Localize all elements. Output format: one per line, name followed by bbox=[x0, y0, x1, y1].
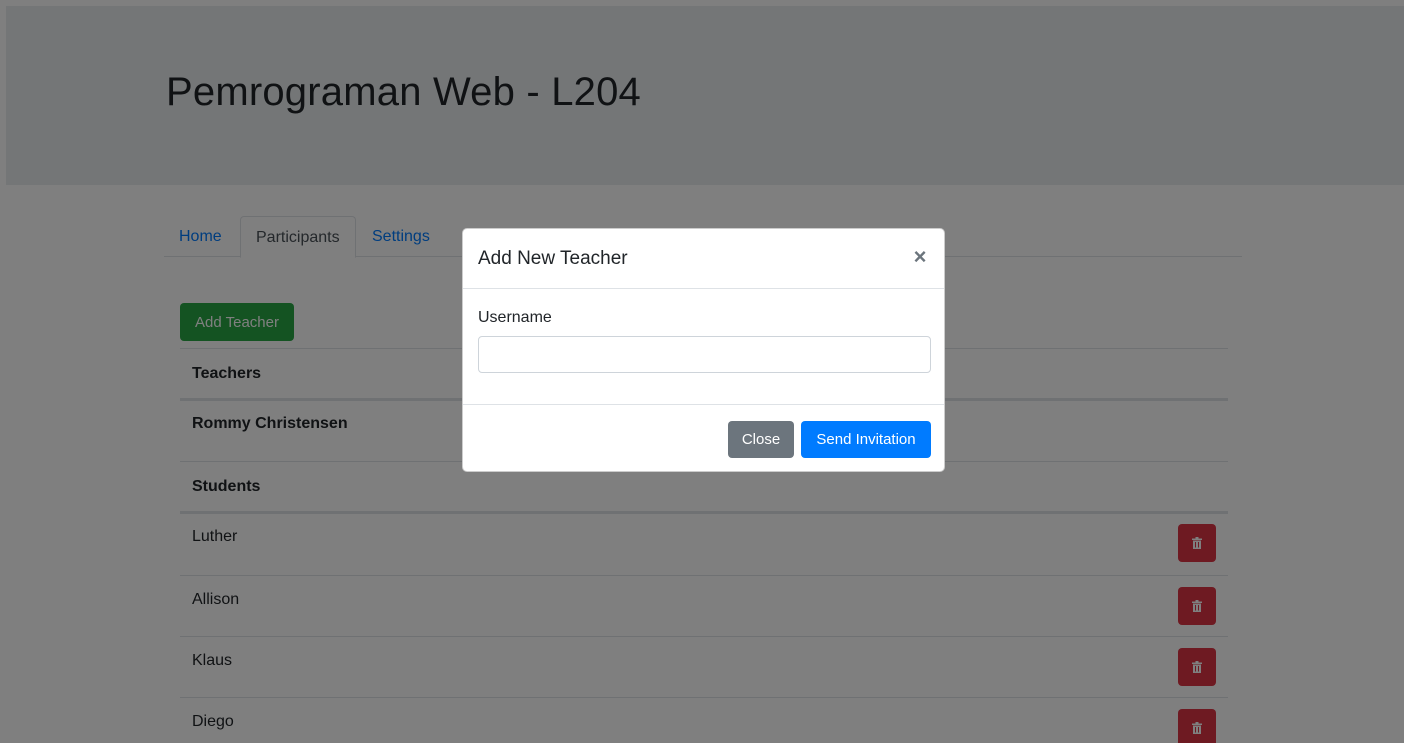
username-label: Username bbox=[478, 309, 552, 326]
username-input[interactable] bbox=[478, 336, 931, 373]
close-icon[interactable]: × bbox=[910, 243, 930, 271]
close-button[interactable]: Close bbox=[728, 421, 794, 458]
modal-body: Username bbox=[463, 289, 944, 405]
modal-header: Add New Teacher × bbox=[463, 229, 944, 289]
add-teacher-modal: Add New Teacher × Username Close Send In… bbox=[462, 228, 945, 472]
modal-title: Add New Teacher bbox=[478, 248, 628, 269]
send-invitation-button[interactable]: Send Invitation bbox=[801, 421, 931, 458]
modal-footer: Close Send Invitation bbox=[463, 404, 944, 471]
